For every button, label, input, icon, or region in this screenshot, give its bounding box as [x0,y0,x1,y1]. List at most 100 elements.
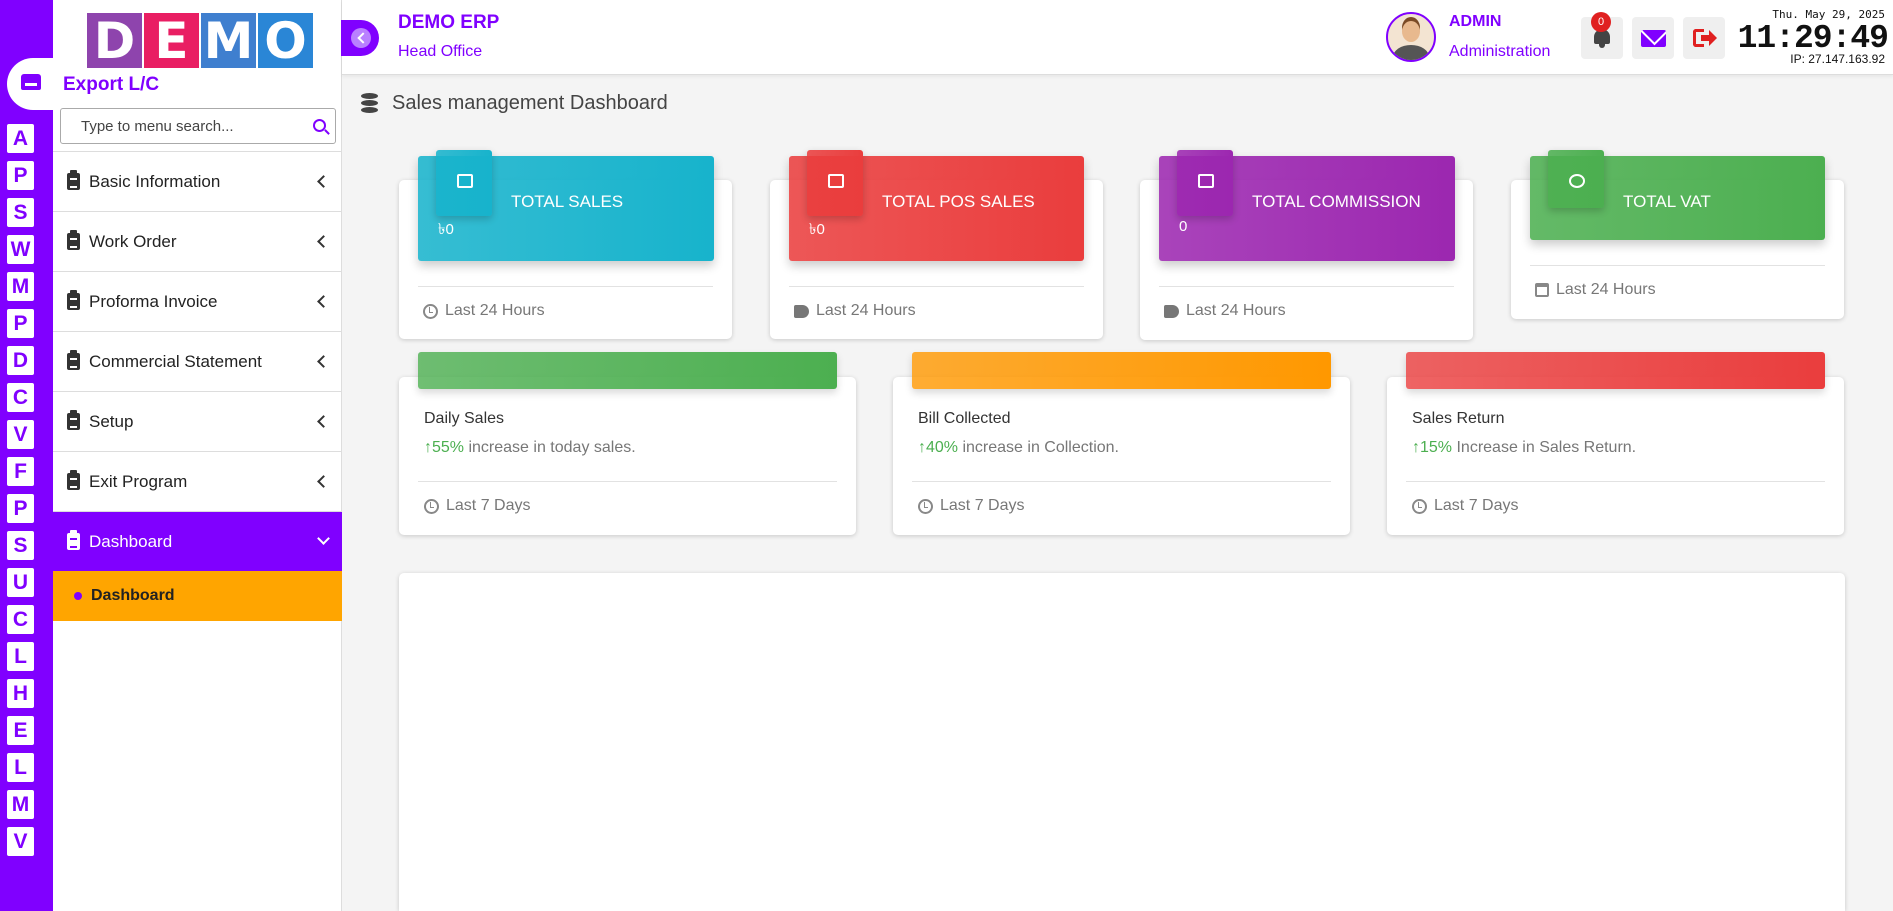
ip-address: IP: 27.147.163.92 [1790,52,1885,66]
tag-icon [1164,304,1179,318]
sidebar-subitem-dashboard[interactable]: Dashboard [53,571,342,621]
branch-name: Head Office [398,43,483,60]
clipboard-icon [67,350,80,370]
rail-letter[interactable]: V [7,420,34,449]
sidebar-item-commercial-statement[interactable]: Commercial Statement [53,331,342,391]
clipboard-icon [67,170,80,190]
divider [1530,265,1825,266]
rail-letter[interactable]: E [7,716,34,745]
user-role: Administration [1449,43,1551,60]
rail-letter[interactable]: L [7,642,34,671]
divider [418,286,713,287]
notification-badge: 0 [1591,12,1611,32]
logo-letter: D [87,12,142,70]
summary-description: ↑40% increase in Collection. [918,439,1119,457]
summary-description: ↑15% Increase in Sales Return. [1412,439,1636,457]
rail-letter[interactable]: L [7,753,34,782]
rail-letter[interactable]: M [7,272,34,301]
sidebar-item-basic-information[interactable]: Basic Information [53,151,342,211]
rail-letter[interactable]: S [7,531,34,560]
summary-footer: Last 7 Days [424,497,530,515]
stat-header: TOTAL VAT [1530,150,1825,240]
stat-card-total-sales: TOTAL SALES ৳0 Last 24 Hours [399,150,732,339]
menu-search-input[interactable] [61,109,297,143]
logout-button[interactable] [1683,17,1725,59]
rail-letter[interactable]: D [7,346,34,375]
stat-card-total-vat: TOTAL VAT Last 24 Hours [1511,150,1844,319]
rail-letter[interactable]: M [7,790,34,819]
stat-footer-text: Last 24 Hours [1556,281,1656,298]
rail-letter[interactable]: U [7,568,34,597]
sidebar-item-dashboard[interactable]: Dashboard [53,511,342,571]
chevron-left-icon [317,175,330,188]
invoice-icon [436,150,492,216]
rail-letter[interactable]: P [7,494,34,523]
stat-footer-text: Last 24 Hours [816,302,916,319]
arrow-up-icon: ↑ [1412,439,1420,456]
clipboard-icon [67,410,80,430]
rail-letter[interactable]: P [7,161,34,190]
stat-footer: Last 24 Hours [1535,281,1656,299]
summary-card-daily-sales: Daily Sales ↑55% increase in today sales… [399,352,856,535]
store-icon [21,74,41,90]
module-tab[interactable] [7,58,53,110]
stat-title: TOTAL POS SALES [882,192,1035,211]
clipboard-icon [67,470,80,490]
stat-header: TOTAL POS SALES ৳0 [789,150,1084,261]
sidebar-item-setup[interactable]: Setup [53,391,342,451]
stat-card-total-pos-sales: TOTAL POS SALES ৳0 Last 24 Hours [770,150,1103,339]
clock-icon [424,498,439,514]
chevron-left-icon [317,415,330,428]
notifications-button[interactable]: 0 [1581,12,1623,59]
divider [789,286,1084,287]
chart-panel [399,573,1845,911]
letter-rail: A P S W M P D C V F P S U C L H E L M V [0,0,53,911]
summary-title: Daily Sales [424,410,505,427]
divider [1159,286,1454,287]
chevron-left-icon [317,295,330,308]
summary-card-sales-return: Sales Return ↑15% Increase in Sales Retu… [1387,352,1844,535]
summary-footer-text: Last 7 Days [446,497,531,514]
messages-button[interactable] [1632,17,1674,59]
summary-bar [1406,352,1825,389]
stat-card-total-commission: TOTAL COMMISSION 0 Last 24 Hours [1140,150,1473,340]
stat-footer-text: Last 24 Hours [1186,302,1286,319]
sidebar-menu: Basic Information Work Order Proforma In… [53,151,342,621]
page-title: Sales management Dashboard [361,92,668,115]
chevron-left-icon [317,355,330,368]
sidebar-item-exit-program[interactable]: Exit Program [53,451,342,511]
rail-letter[interactable]: F [7,457,34,486]
logo-letter: O [258,12,313,70]
sidebar-item-label: Setup [89,411,134,431]
sidebar-toggle-button[interactable] [341,20,379,56]
rail-letter[interactable]: P [7,309,34,338]
rail-letter[interactable]: C [7,605,34,634]
rail-letter[interactable]: V [7,827,34,856]
summary-bar [418,352,837,389]
demo-logo[interactable]: D E M O [87,12,313,70]
rail-letter[interactable]: C [7,383,34,412]
rail-letter[interactable]: S [7,198,34,227]
top-bar: DEMO ERP Head Office ADMIN Administratio… [341,0,1893,75]
avatar[interactable] [1386,12,1436,62]
sidebar-item-label: Commercial Statement [89,351,262,371]
rail-letter[interactable]: W [7,235,34,264]
divider [912,481,1331,482]
summary-text: increase in Collection. [958,439,1119,456]
summary-footer: Last 7 Days [918,497,1024,515]
money-bag-icon [807,150,863,216]
summary-text: Increase in Sales Return. [1452,439,1637,456]
sidebar-item-label: Exit Program [89,471,188,491]
stat-value: 0 [1179,218,1188,235]
sidebar-item-label: Work Order [89,231,177,251]
clock-icon [1412,498,1427,514]
search-icon[interactable] [313,119,326,132]
sidebar-item-proforma-invoice[interactable]: Proforma Invoice [53,271,342,331]
rail-letter[interactable]: A [7,124,34,153]
rail-letter[interactable]: H [7,679,34,708]
arrow-up-icon: ↑ [918,439,926,456]
logo-letter: E [144,12,199,70]
sidebar-item-work-order[interactable]: Work Order [53,211,342,271]
stat-footer: Last 24 Hours [794,302,916,320]
stat-footer: Last 24 Hours [423,302,545,320]
